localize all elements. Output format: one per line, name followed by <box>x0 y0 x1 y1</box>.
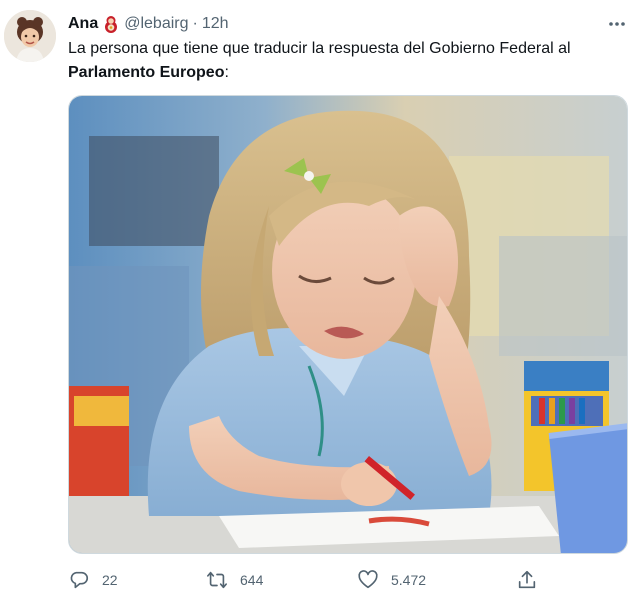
retweet-button[interactable]: 644 <box>206 566 263 594</box>
like-button[interactable]: 5.472 <box>357 566 426 594</box>
tweet-actions: 22 644 5.472 <box>0 566 642 594</box>
avatar[interactable] <box>4 10 56 62</box>
author-handle[interactable]: @lebairg <box>124 15 188 33</box>
tweet-text-tail: : <box>224 64 229 81</box>
reply-count: 22 <box>102 572 118 588</box>
crying-girl-photo <box>69 96 627 553</box>
retweet-icon <box>207 571 227 589</box>
matryoshka-icon <box>104 15 118 33</box>
author-name[interactable]: Ana <box>68 15 98 33</box>
tweet-text-bold: Parlamento Europeo <box>68 64 225 81</box>
like-count: 5.472 <box>391 572 427 588</box>
share-button[interactable] <box>516 566 538 594</box>
tweet-card[interactable]: Ana @lebairg · 12h La persona que tiene … <box>0 0 642 607</box>
reply-button[interactable]: 22 <box>68 566 118 594</box>
tweet-timestamp[interactable]: 12h <box>202 15 229 33</box>
more-options-button[interactable] <box>600 13 634 35</box>
retweet-count: 644 <box>240 572 264 588</box>
tweet-text-plain: La persona que tiene que traducir la res… <box>68 40 571 57</box>
tweet-header: Ana @lebairg · 12h <box>68 13 229 35</box>
tweet-media-photo[interactable] <box>68 95 628 554</box>
separator-dot: · <box>192 15 198 32</box>
tweet-text: La persona que tiene que traducir la res… <box>68 37 628 85</box>
reply-icon <box>70 571 88 589</box>
more-icon <box>609 22 625 26</box>
share-icon <box>518 570 536 589</box>
heart-icon <box>358 570 378 589</box>
avatar-image <box>4 10 56 62</box>
